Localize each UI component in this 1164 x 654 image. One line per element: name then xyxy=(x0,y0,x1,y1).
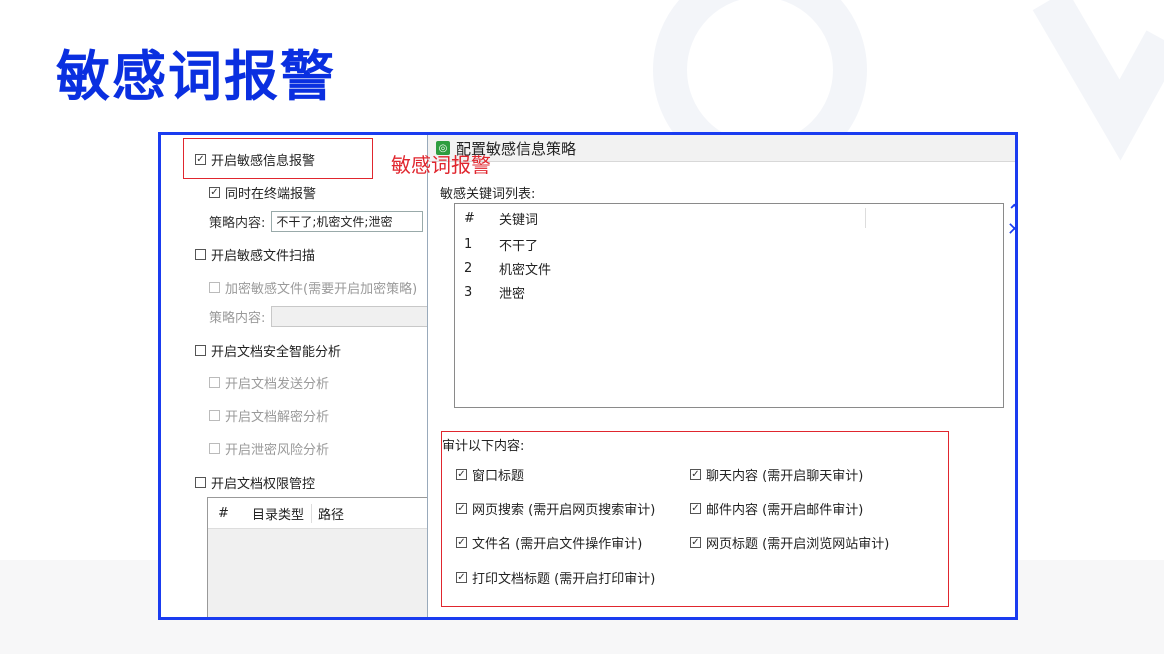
doc-decrypt-checkbox[interactable]: 开启文档解密分析 xyxy=(209,406,329,425)
checkbox-checked-icon: ✓ xyxy=(209,186,220,198)
policy-input[interactable]: 不干了;机密文件;泄密 xyxy=(271,211,424,232)
checkbox-empty-icon xyxy=(209,377,220,388)
leak-risk-label: 开启泄密风险分析 xyxy=(225,443,330,458)
policy-label: 策略内容: xyxy=(209,216,266,231)
highlight-box-alert xyxy=(183,138,373,179)
keyword-text: 不干了 xyxy=(499,238,539,254)
keyword-text: 泄密 xyxy=(499,286,526,302)
keyword-list-label: 敏感关键词列表: xyxy=(440,187,536,202)
checkbox-empty-icon xyxy=(209,443,220,454)
column-separator xyxy=(865,208,866,228)
keyword-column-header[interactable]: 关键词 xyxy=(489,209,829,228)
policy-row-2: 策略内容: xyxy=(209,306,432,327)
encrypt-files-checkbox[interactable]: 加密敏感文件(需要开启加密策略) xyxy=(209,278,417,297)
clipped-edge-icon: ⌃✕ xyxy=(1007,203,1015,239)
checkbox-empty-icon xyxy=(195,477,206,488)
checkbox-empty-icon xyxy=(209,282,220,293)
policy-row-1: 策略内容: 不干了;机密文件;泄密 xyxy=(209,211,424,232)
keyword-text: 机密文件 xyxy=(499,262,552,278)
highlight-box-audit xyxy=(441,431,949,607)
keyword-row[interactable]: 3 泄密 xyxy=(455,280,1003,304)
keyword-num: 3 xyxy=(464,284,473,300)
screenshot-frame: ✓ 开启敏感信息报警 ✓ 同时在终端报警 策略内容: 不干了;机密文件;泄密 开… xyxy=(158,132,1018,620)
doc-analysis-label: 开启文档安全智能分析 xyxy=(211,345,342,360)
keyword-num: 2 xyxy=(464,260,473,276)
col-num-header[interactable]: # xyxy=(208,506,244,521)
settings-panel: ✓ 开启敏感信息报警 ✓ 同时在终端报警 策略内容: 不干了;机密文件;泄密 开… xyxy=(161,135,439,617)
slide-title: 敏感词报警 xyxy=(56,45,336,108)
annotation-label: 敏感词报警 xyxy=(391,153,491,177)
terminal-alert-checkbox[interactable]: ✓ 同时在终端报警 xyxy=(209,183,316,202)
doc-decrypt-label: 开启文档解密分析 xyxy=(225,410,330,425)
terminal-alert-label: 同时在终端报警 xyxy=(225,187,317,202)
doc-send-label: 开启文档发送分析 xyxy=(225,377,330,392)
doc-perm-label: 开启文档权限管控 xyxy=(211,477,316,492)
keyword-row[interactable]: 2 机密文件 xyxy=(455,256,1003,280)
num-column-header[interactable]: # xyxy=(455,211,489,226)
keyword-num: 1 xyxy=(464,236,473,252)
checkbox-empty-icon xyxy=(209,410,220,421)
encrypt-files-label: 加密敏感文件(需要开启加密策略) xyxy=(225,282,418,297)
col-path-header[interactable]: 路径 xyxy=(312,504,344,523)
policy-label: 策略内容: xyxy=(209,311,266,326)
directory-table-header: # 目录类型 路径 xyxy=(208,498,438,529)
col-type-header[interactable]: 目录类型 xyxy=(244,503,312,523)
policy-input-disabled[interactable] xyxy=(271,306,432,327)
keyword-row[interactable]: 1 不干了 xyxy=(455,232,1003,256)
checkbox-empty-icon xyxy=(195,249,206,260)
dialog-titlebar: ◎ 配置敏感信息策略 xyxy=(428,135,1015,162)
keyword-list-header: # 关键词 xyxy=(455,204,1003,232)
doc-analysis-checkbox[interactable]: 开启文档安全智能分析 xyxy=(195,341,341,360)
directory-table: # 目录类型 路径 xyxy=(207,497,439,617)
file-scan-checkbox[interactable]: 开启敏感文件扫描 xyxy=(195,245,315,264)
keyword-list: # 关键词 1 不干了 2 机密文件 3 泄密 xyxy=(454,203,1004,408)
checkbox-empty-icon xyxy=(195,345,206,356)
doc-perm-checkbox[interactable]: 开启文档权限管控 xyxy=(195,473,315,492)
doc-send-checkbox[interactable]: 开启文档发送分析 xyxy=(209,373,329,392)
leak-risk-checkbox[interactable]: 开启泄密风险分析 xyxy=(209,439,329,458)
file-scan-label: 开启敏感文件扫描 xyxy=(211,249,316,264)
